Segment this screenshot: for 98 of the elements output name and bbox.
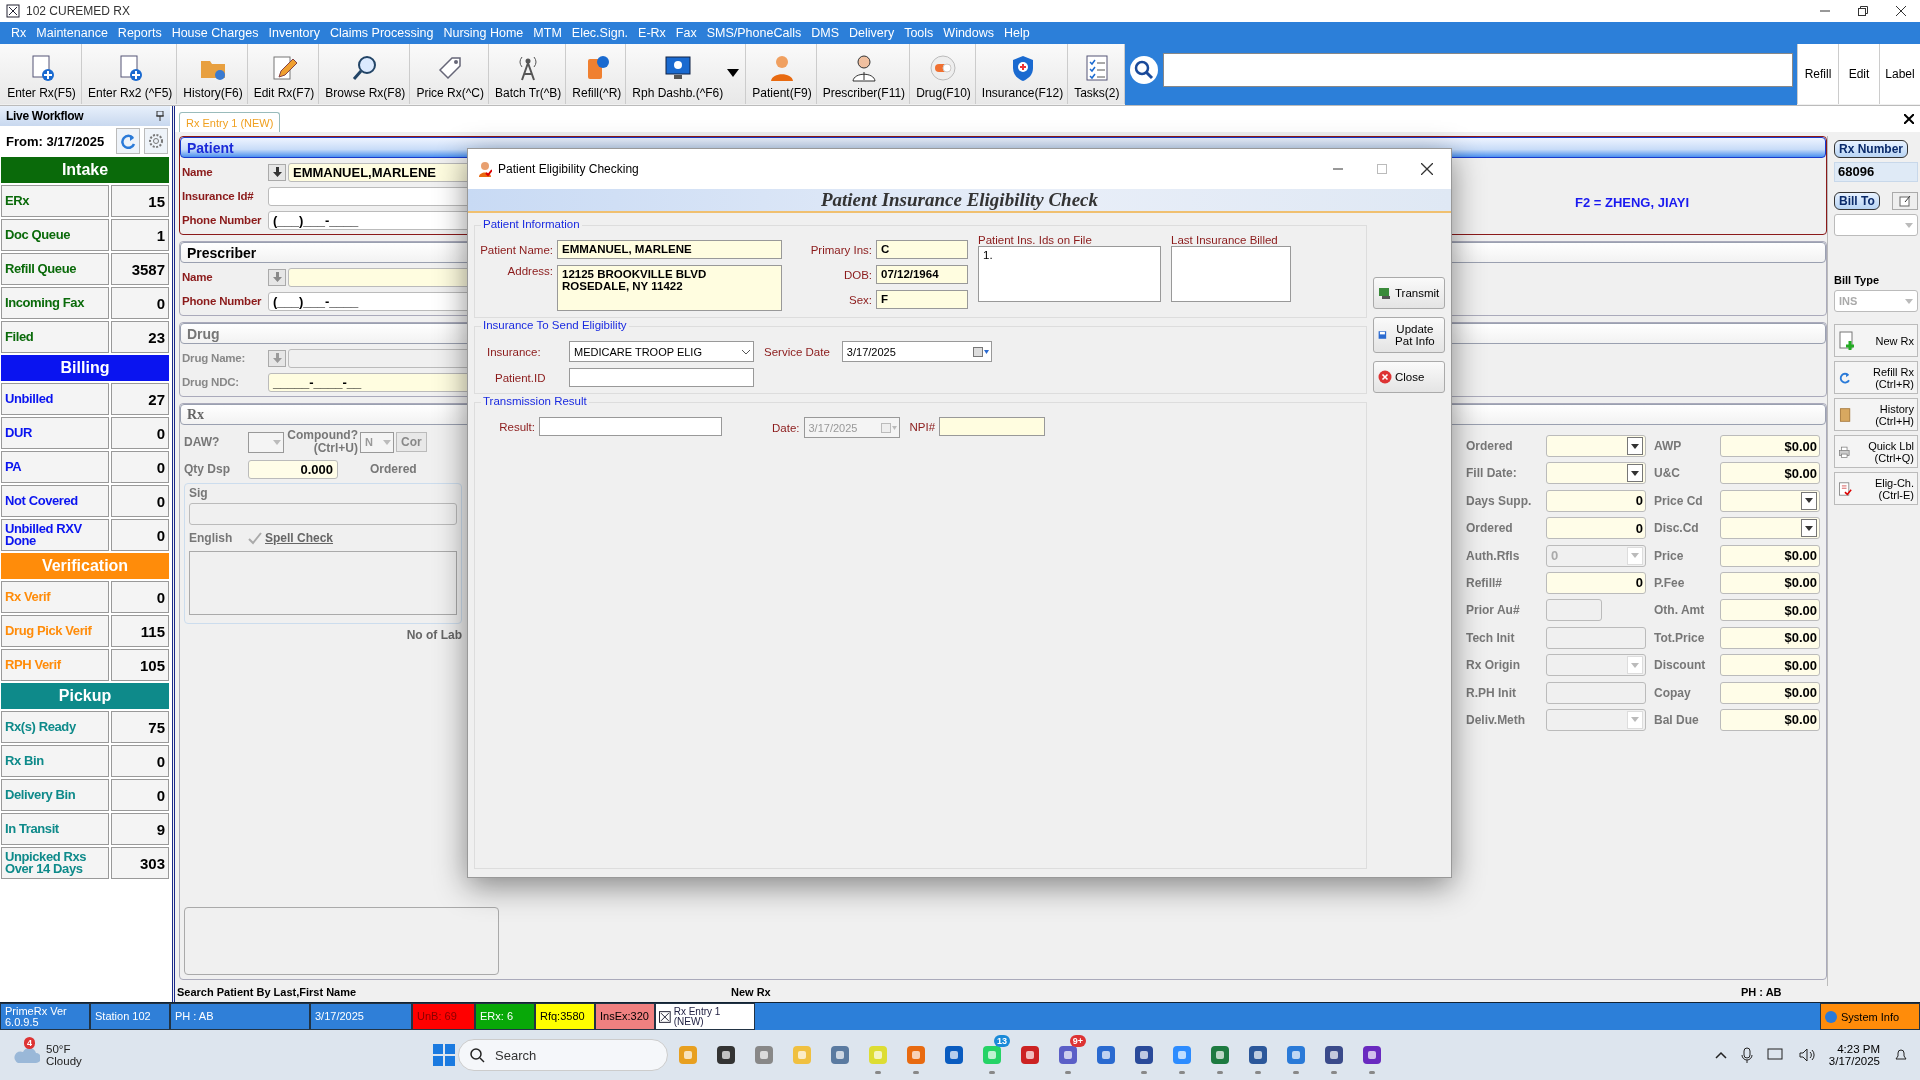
field-label: Disc.Cd	[1654, 520, 1700, 538]
workflow-count: 23	[111, 321, 169, 353]
field-label: Name	[182, 271, 214, 283]
weather-condition: Cloudy	[46, 1055, 82, 1067]
field-label: P.Fee	[1654, 574, 1686, 592]
rx-number: 68096	[1834, 162, 1918, 182]
workflow-count: 105	[111, 649, 169, 681]
group-header: Pickup	[1, 683, 169, 709]
field-label: Bill Type	[1834, 274, 1881, 286]
field-label: Oth. Amt	[1654, 602, 1706, 620]
field-label: AWP	[1654, 438, 1683, 455]
status-segment: UnB: 69	[412, 1003, 475, 1030]
field-label: DAW?	[184, 435, 221, 449]
field-label: Drug NDC:	[182, 376, 240, 388]
window-title: 102 CUREMED RX	[26, 4, 132, 18]
status-segment: PH : AB	[170, 1003, 310, 1030]
note-text: F2 = ZHENG, JIAYI	[1574, 195, 1689, 210]
field-label: Rx Number	[1834, 140, 1908, 158]
status-segment: Rfq:3580	[535, 1003, 595, 1030]
workflow-count: 9	[111, 813, 169, 845]
ids-list: 1.	[978, 246, 1161, 302]
field-label: Sex:	[848, 293, 872, 306]
workflow-count: 0	[111, 451, 169, 483]
field-label: Discount	[1654, 657, 1707, 675]
field-label: Ordered	[1466, 438, 1514, 455]
group-legend: Insurance To Send Eligibility	[481, 319, 629, 331]
field-label: Prior Au#	[1466, 602, 1521, 620]
field-label: Drug Name:	[182, 352, 247, 364]
workflow-count: 0	[111, 417, 169, 449]
field-label: Price	[1654, 547, 1685, 565]
status-segment: 3/17/2025	[310, 1003, 412, 1030]
field-label: Primary Ins:	[809, 243, 872, 256]
status-text: Search Patient By Last,First Name	[177, 986, 358, 1000]
field-label: U&C	[1654, 465, 1681, 483]
field-label: Phone Number	[182, 295, 263, 307]
field-label: Sig	[189, 486, 209, 500]
status-segment: PrimeRx Ver 6.0.9.5	[0, 1003, 90, 1030]
field-label: Refill#	[1466, 574, 1503, 592]
field-label: Ordered	[1466, 520, 1514, 538]
field-label: Address:	[506, 265, 553, 277]
workflow-count: 0	[111, 581, 169, 613]
status-segment: ERx: 6	[475, 1003, 535, 1030]
from-date: From: 3/17/2025	[6, 133, 106, 149]
workflow-count: 0	[111, 779, 169, 811]
group-legend: Patient Information	[481, 218, 582, 230]
dialog-title: Patient Eligibility Checking	[498, 162, 640, 176]
group-header: Verification	[1, 553, 169, 579]
workflow-count: 303	[111, 847, 169, 879]
field-label: Tech Init	[1466, 629, 1516, 647]
clock-time: 4:23 PM	[1837, 1043, 1880, 1055]
workflow-count: 75	[111, 711, 169, 743]
workflow-count: 3587	[111, 253, 169, 285]
status-text: New Rx	[731, 986, 772, 1000]
field-label: Name	[182, 166, 214, 178]
workflow-count: 0	[111, 519, 169, 551]
workflow-count: 0	[111, 745, 169, 777]
workflow-count: 115	[111, 615, 169, 647]
field-label: Bill To	[1834, 192, 1880, 210]
group-header: Intake	[1, 157, 169, 183]
field-label: Compound? (Ctrl+U)	[286, 429, 358, 455]
field-label: Service Date	[764, 345, 830, 358]
field-label: Bal Due	[1654, 711, 1700, 729]
status-segment: InsEx:320	[595, 1003, 655, 1030]
workflow-count: 0	[111, 287, 169, 319]
field-label: Rx Origin	[1466, 657, 1521, 675]
field-label: Tot.Price	[1654, 629, 1706, 647]
workflow-count: 0	[111, 485, 169, 517]
panel-title: Live Workflow	[6, 109, 84, 123]
temperature: 50°F	[46, 1043, 72, 1055]
workflow-count: 15	[111, 185, 169, 217]
workflow-count: 27	[111, 383, 169, 415]
workflow-count: 1	[111, 219, 169, 251]
field-label: Deliv.Meth	[1466, 711, 1527, 729]
group-header: Billing	[1, 355, 169, 381]
field-label: DOB:	[842, 268, 872, 281]
field-label: Price Cd	[1654, 492, 1704, 510]
status-text: PH : AB	[1741, 986, 1783, 1000]
field-label: Insurance Id#	[182, 190, 255, 202]
status-segment: Station 102	[90, 1003, 170, 1030]
field-label: Ordered	[370, 462, 417, 476]
field-label: English	[189, 531, 234, 545]
group-legend: Transmission Result	[481, 395, 589, 407]
field-label: Copay	[1654, 684, 1692, 702]
clock-date: 3/17/2025	[1828, 1055, 1880, 1067]
notification-badge: 4	[24, 1037, 35, 1049]
field-label: Qty Dsp	[184, 462, 231, 476]
notification-badge: 9+	[1069, 1035, 1086, 1047]
notification-badge: 13	[994, 1035, 1010, 1047]
dialog-heading: Patient Insurance Eligibility Check	[468, 189, 1451, 213]
field-label: Phone Number	[182, 214, 263, 226]
field-label: Patient.ID	[494, 371, 547, 384]
field-label: No of Lab	[406, 628, 462, 642]
field-label: R.PH Init	[1466, 684, 1517, 702]
field-label: Patient Name:	[479, 243, 553, 256]
field-label: Auth.Rfls	[1466, 547, 1521, 565]
field-label: Insurance:	[486, 345, 542, 358]
field-label: Days Supp.	[1466, 492, 1533, 510]
field-label: Fill Date:	[1466, 465, 1518, 483]
